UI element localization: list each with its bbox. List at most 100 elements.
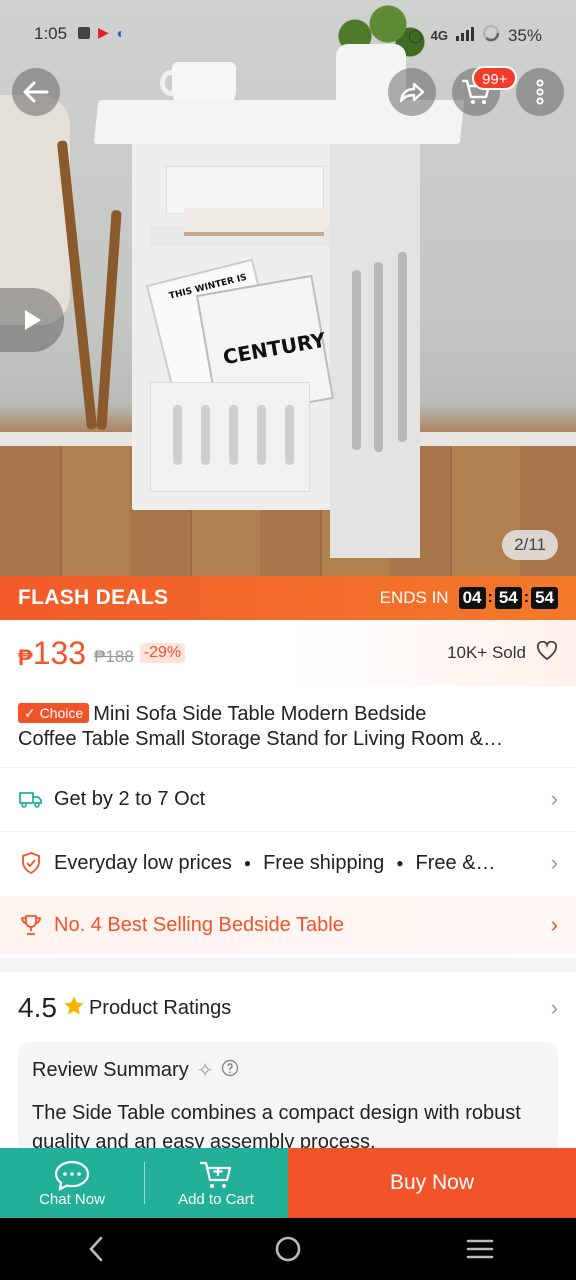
cart-count-badge: 99+ bbox=[472, 66, 518, 90]
original-price: ₱188 bbox=[94, 647, 134, 666]
shield-check-icon bbox=[18, 850, 44, 876]
help-icon[interactable] bbox=[221, 1059, 239, 1083]
trophy-icon bbox=[18, 912, 44, 938]
notification-icon: ◐ bbox=[116, 24, 126, 41]
bullet-separator: ● bbox=[396, 856, 404, 870]
bestseller-row[interactable]: No. 4 Best Selling Bedside Table › bbox=[0, 896, 576, 954]
timer-separator: : bbox=[523, 589, 530, 606]
chair-leg bbox=[96, 209, 122, 431]
sold-count: 10K+ Sold bbox=[447, 643, 526, 662]
product-image[interactable]: THIS WINTER IS CENTURY 1:05 ▶ ◐ ◯ 4G 35% bbox=[0, 0, 576, 576]
buy-now-label: Buy Now bbox=[389, 1171, 475, 1194]
delivery-estimate: Get by 2 to 7 Oct bbox=[54, 787, 206, 810]
wishlist-heart-icon[interactable] bbox=[536, 640, 558, 666]
rating-score: 4.5 bbox=[18, 992, 57, 1023]
discount-badge: -29% bbox=[139, 643, 186, 663]
book-text: CENTURY bbox=[221, 327, 328, 370]
image-counter: 2/11 bbox=[502, 530, 558, 560]
share-button[interactable] bbox=[388, 68, 436, 116]
more-vertical-icon bbox=[536, 79, 544, 105]
table-slot bbox=[229, 405, 238, 465]
battery-icon bbox=[482, 24, 500, 47]
chevron-right-icon: › bbox=[550, 786, 558, 811]
chevron-right-icon: › bbox=[550, 850, 558, 875]
status-time: 1:05 bbox=[34, 24, 68, 43]
notification-icon bbox=[78, 26, 90, 39]
secondary-actions: Chat Now Add to Cart bbox=[0, 1148, 288, 1218]
play-video-button[interactable] bbox=[0, 288, 64, 352]
delivery-row[interactable]: Get by 2 to 7 Oct › bbox=[0, 768, 576, 830]
ratings-label: Product Ratings bbox=[88, 996, 232, 1019]
benefit-free-shipping: Free shipping bbox=[263, 851, 385, 874]
section-gap bbox=[0, 958, 576, 972]
review-summary-header: Review Summary ✧ bbox=[32, 1058, 544, 1083]
chevron-left-icon bbox=[89, 1236, 103, 1262]
choice-badge: ✓ Choice bbox=[18, 703, 90, 723]
timer-hours: 04 bbox=[458, 587, 486, 609]
choice-badge-label: Choice bbox=[39, 705, 84, 721]
home-circle-icon bbox=[275, 1236, 301, 1262]
table-slot bbox=[398, 252, 407, 442]
buy-now-button[interactable]: Buy Now bbox=[288, 1148, 576, 1218]
price-row: ₱ 133 ₱188 -29% 10K+ Sold bbox=[0, 620, 576, 686]
status-bar: 1:05 ▶ ◐ ◯ 4G 35% bbox=[0, 0, 576, 64]
chat-icon bbox=[54, 1160, 90, 1191]
truck-icon bbox=[18, 786, 44, 812]
timer-minutes: 54 bbox=[494, 587, 522, 609]
timer-separator: : bbox=[487, 589, 493, 606]
current-price: 133 bbox=[32, 634, 87, 671]
benefit-free-returns: Free &… bbox=[415, 851, 496, 874]
ends-in-label: ENDS IN bbox=[379, 588, 449, 607]
product-title-line1: Mini Sofa Side Table Modern Bedside bbox=[93, 703, 427, 725]
product-title-line2: Coffee Table Small Storage Stand for Liv… bbox=[18, 728, 504, 750]
chat-now-button[interactable]: Chat Now bbox=[0, 1148, 144, 1218]
star-icon bbox=[63, 995, 85, 1022]
battery-level: 35% bbox=[507, 25, 542, 45]
product-title: ✓ Choice Mini Sofa Side Table Modern Beds… bbox=[18, 702, 558, 752]
magazine-rack bbox=[150, 382, 310, 492]
add-cart-icon bbox=[200, 1161, 232, 1188]
book bbox=[184, 208, 324, 236]
benefits-row[interactable]: Everyday low prices ● Free shipping ● Fr… bbox=[0, 832, 576, 894]
table-slot bbox=[352, 270, 361, 450]
table-slot bbox=[374, 262, 383, 452]
flash-deals-banner[interactable]: FLASH DEALS ENDS IN 04 : 54 : 54 bbox=[0, 576, 576, 620]
table-slot bbox=[257, 405, 266, 465]
sparkle-icon: ✧ bbox=[196, 1060, 214, 1082]
review-summary-title: Review Summary bbox=[32, 1059, 189, 1081]
chevron-right-icon: › bbox=[550, 995, 558, 1020]
play-icon bbox=[25, 310, 41, 330]
bullet-separator: ● bbox=[243, 856, 252, 870]
table-slot bbox=[285, 405, 294, 465]
benefit-low-prices: Everyday low prices bbox=[54, 851, 232, 874]
signal-icon bbox=[455, 26, 474, 46]
bestseller-label: No. 4 Best Selling Bedside Table bbox=[54, 913, 344, 936]
book bbox=[166, 166, 324, 214]
check-icon: ✓ bbox=[24, 705, 36, 721]
menu-lines-icon bbox=[466, 1239, 494, 1259]
nav-recents-button[interactable] bbox=[450, 1229, 510, 1269]
nav-home-button[interactable] bbox=[258, 1229, 318, 1269]
alarm-icon: ◯ bbox=[408, 27, 423, 43]
add-to-cart-button[interactable]: Add to Cart bbox=[144, 1148, 288, 1218]
system-icons: ◯ 4G 35% bbox=[408, 24, 542, 47]
timer-seconds: 54 bbox=[531, 587, 558, 609]
share-icon bbox=[399, 82, 425, 103]
chevron-right-icon: › bbox=[550, 912, 558, 937]
add-to-cart-label: Add to Cart bbox=[178, 1190, 254, 1208]
system-navigation-bar bbox=[0, 1218, 576, 1280]
notification-icon: ▶ bbox=[98, 24, 109, 40]
table-slot bbox=[201, 405, 210, 465]
back-button[interactable] bbox=[12, 68, 60, 116]
table-slot bbox=[173, 405, 182, 465]
nav-back-button[interactable] bbox=[66, 1229, 126, 1269]
product-ratings-row[interactable]: 4.5 Product Ratings › bbox=[18, 988, 558, 1028]
bottom-action-bar: Chat Now Add to Cart Buy Now bbox=[0, 1148, 576, 1218]
notification-icons: ▶ ◐ bbox=[78, 24, 125, 41]
back-arrow-icon bbox=[23, 81, 49, 103]
flash-deals-title: FLASH DEALS bbox=[18, 586, 169, 609]
network-label: 4G bbox=[430, 28, 448, 43]
more-options-button[interactable] bbox=[516, 68, 564, 116]
currency-symbol: ₱ bbox=[18, 645, 33, 670]
chat-now-label: Chat Now bbox=[39, 1190, 105, 1208]
